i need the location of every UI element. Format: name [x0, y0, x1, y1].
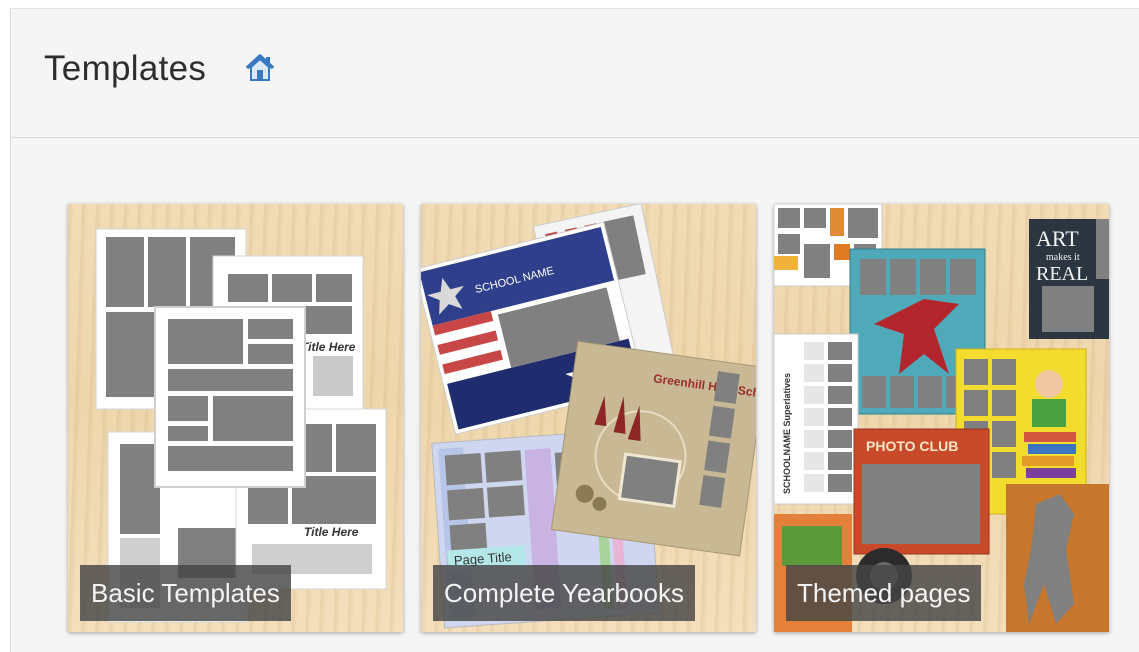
page-title: Templates — [44, 49, 207, 88]
templates-panel: Templates Title Here Title Here Basic Te… — [10, 8, 1139, 652]
card-label-themed-pages: Themed pages — [786, 565, 982, 621]
card-themed-pages[interactable]: ART makes it REAL SCHOOLNAME Superlative… — [774, 204, 1109, 632]
home-icon[interactable] — [243, 51, 277, 85]
panel-header: Templates — [11, 9, 1139, 138]
card-label-basic-templates: Basic Templates — [80, 565, 291, 621]
card-basic-templates[interactable]: Title Here Title Here Basic Templates — [68, 204, 403, 632]
card-complete-yearbooks[interactable]: SCHOOL NAME Page Title Greenhill School … — [421, 204, 756, 632]
thumb-superlatives: SCHOOLNAME Superlatives — [782, 373, 792, 494]
card-label-complete-yearbooks: Complete Yearbooks — [433, 565, 695, 621]
thumb-art-line-2: makes it — [1046, 252, 1080, 263]
thumb-art-line-1: ART — [1036, 226, 1079, 251]
thumb-title-text-2: Title Here — [304, 525, 359, 539]
thumb-art-line-3: REAL — [1036, 263, 1088, 285]
thumb-title-text-1: Title Here — [301, 340, 356, 354]
thumb-photo-club: PHOTO CLUB — [866, 438, 958, 454]
